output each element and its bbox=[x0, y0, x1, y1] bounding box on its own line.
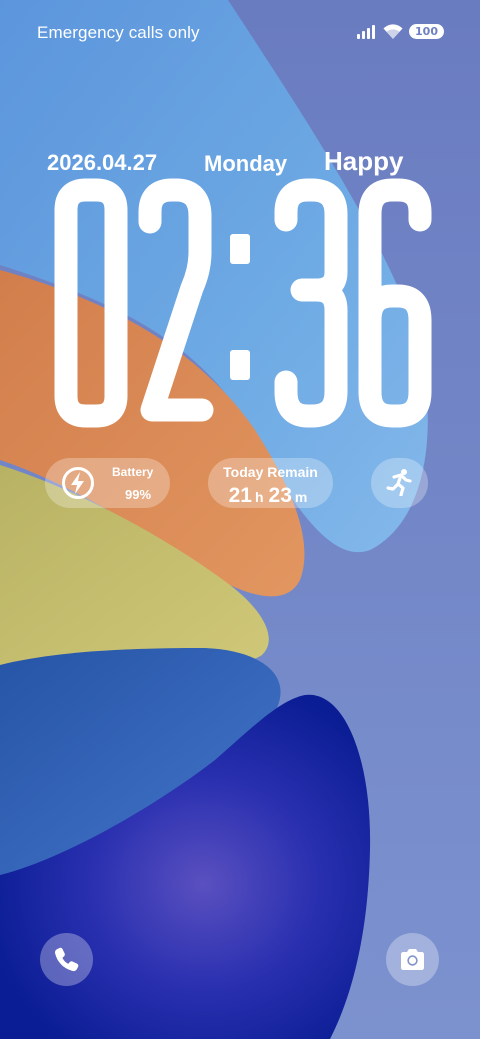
today-remain-widget[interactable]: Today Remain 21 h 23 m bbox=[208, 458, 333, 508]
clock-colon-top bbox=[230, 234, 250, 264]
wifi-icon bbox=[383, 24, 403, 39]
battery-icon: 100 bbox=[409, 24, 444, 39]
running-person-icon bbox=[386, 469, 412, 496]
status-icons: 100 bbox=[357, 24, 444, 39]
battery-value: 99% bbox=[125, 487, 152, 502]
signal-icon bbox=[357, 24, 376, 39]
clock: 02 36 bbox=[40, 160, 432, 428]
battery-label: Battery bbox=[112, 465, 154, 479]
remain-hours-unit: h bbox=[254, 489, 264, 505]
battery-widget[interactable]: Battery 99% bbox=[45, 458, 170, 508]
clock-digit-hours-1 bbox=[54, 178, 128, 428]
clock-digit-minutes-2 bbox=[358, 178, 432, 428]
clock-hours-value: 02 bbox=[40, 160, 42, 161]
clock-digit-hours-2 bbox=[138, 178, 214, 422]
clock-minutes-value: 36 bbox=[40, 160, 42, 161]
carrier-status-text: Emergency calls only bbox=[37, 23, 200, 42]
phone-shortcut-button[interactable] bbox=[40, 933, 93, 986]
charging-bolt-icon bbox=[62, 467, 94, 499]
camera-shortcut-button[interactable] bbox=[386, 933, 439, 986]
activity-widget[interactable] bbox=[371, 458, 428, 508]
remain-minutes-unit: m bbox=[294, 489, 308, 505]
status-bar: Emergency calls only 100 bbox=[37, 18, 444, 48]
camera-icon bbox=[401, 949, 424, 970]
today-remain-value: 21 h 23 m bbox=[208, 484, 333, 508]
clock-digit-minutes-1 bbox=[274, 178, 348, 428]
today-remain-label: Today Remain bbox=[223, 464, 318, 480]
lock-screen: Emergency calls only 100 2026.04.27 Mond… bbox=[0, 0, 480, 1039]
phone-icon bbox=[54, 947, 79, 972]
remain-hours: 21 bbox=[228, 484, 252, 507]
remain-minutes: 23 bbox=[268, 484, 292, 507]
clock-colon-bottom bbox=[230, 350, 250, 380]
